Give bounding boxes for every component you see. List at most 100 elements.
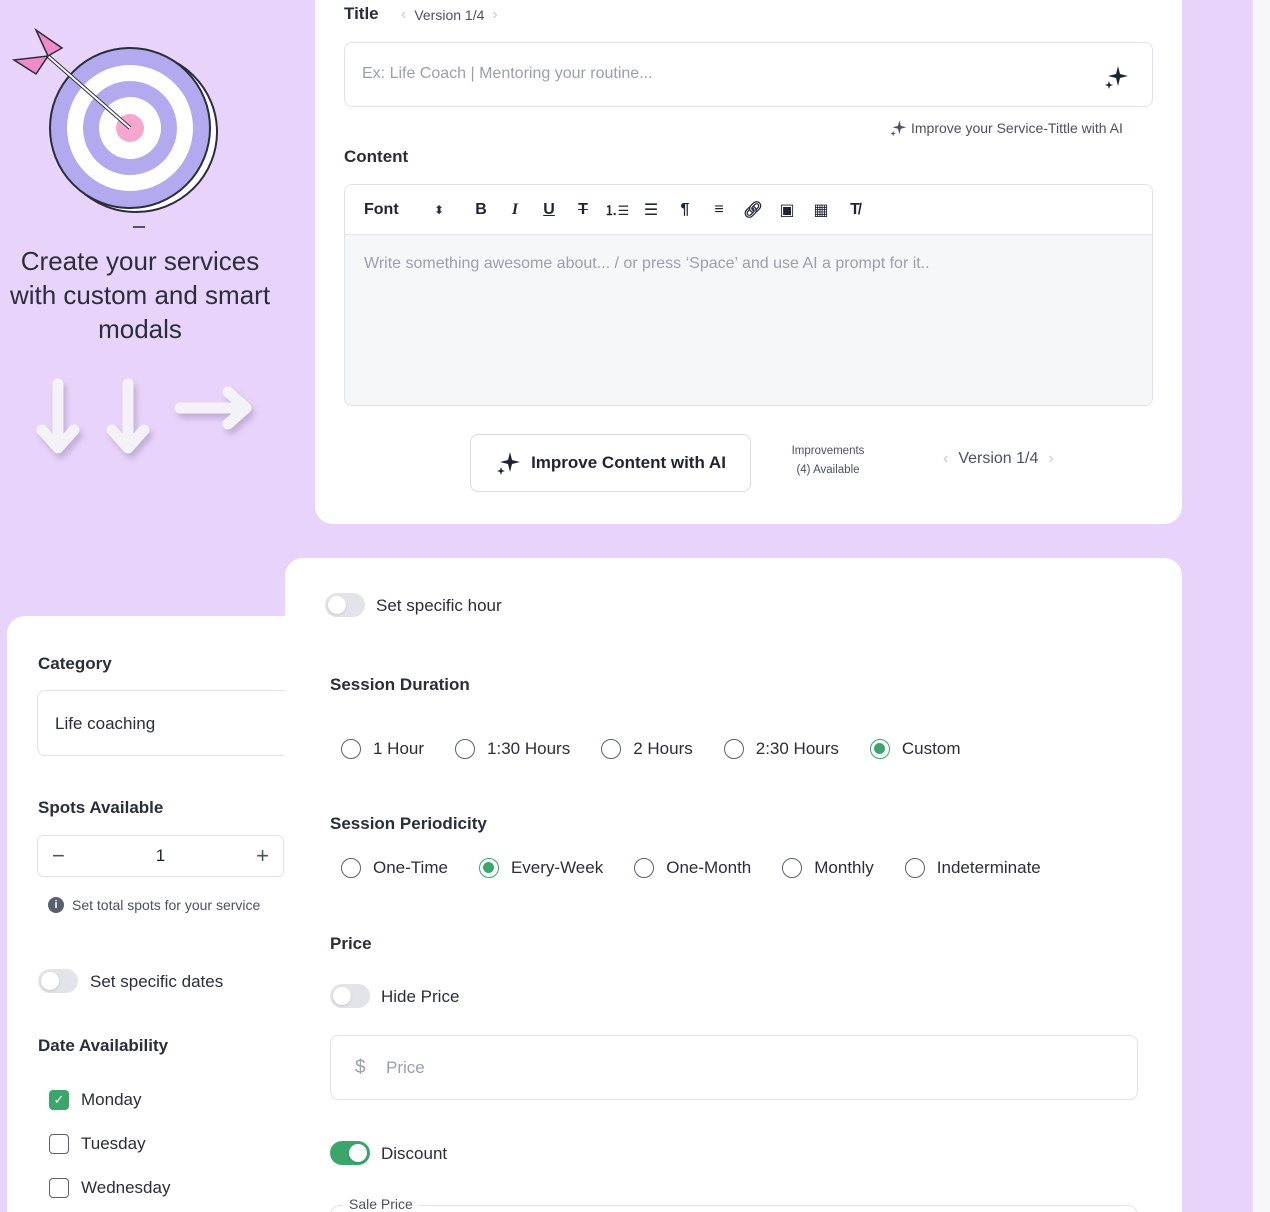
periodicity-option[interactable]: Monthly: [782, 858, 874, 878]
font-select-arrows-icon[interactable]: ⬍: [434, 203, 464, 217]
day-label: Wednesday: [81, 1178, 171, 1197]
plus-icon[interactable]: +: [256, 843, 269, 869]
arrows-illustration: [36, 378, 252, 454]
dollar-icon: $: [355, 1057, 366, 1078]
checkbox-icon[interactable]: [49, 1178, 69, 1198]
periodicity-option-label: Every-Week: [510, 858, 604, 877]
radio-icon[interactable]: [723, 739, 744, 759]
radio-icon[interactable]: [455, 739, 476, 759]
title-placeholder: Ex: Life Coach | Mentoring your routine.…: [362, 65, 653, 82]
duration-option-label: 1 Hour: [373, 739, 425, 758]
duration-option[interactable]: 1 Hour: [341, 739, 424, 759]
clear-format-icon[interactable]: T̸: [838, 198, 872, 222]
promo-dash: [133, 226, 145, 228]
title-ai-hint[interactable]: Improve your Service-Tittle with AI: [889, 119, 1123, 137]
day-monday[interactable]: ✓ Monday: [49, 1090, 141, 1110]
day-label: Monday: [81, 1090, 142, 1109]
improvements-available: (4) Available: [796, 464, 860, 476]
paragraph-icon[interactable]: ¶: [668, 198, 702, 222]
radio-icon[interactable]: [634, 858, 655, 878]
underline-icon[interactable]: U: [532, 198, 566, 222]
target-illustration: [11, 27, 218, 213]
category-value: Life coaching: [55, 714, 156, 733]
radio-icon[interactable]: [782, 858, 803, 878]
discount-toggle[interactable]: [330, 1141, 370, 1165]
chevron-right-icon[interactable]: ›: [492, 6, 497, 24]
price-input[interactable]: $ Price: [330, 1035, 1138, 1100]
duration-options: 1 Hour 1:30 Hours 2 Hours 2:30 Hours Cus…: [341, 739, 960, 759]
periodicity-option[interactable]: Every-Week: [478, 858, 604, 878]
periodicity-option[interactable]: One-Month: [634, 858, 751, 878]
bullet-list-icon[interactable]: ☰: [634, 198, 668, 222]
radio-selected-icon[interactable]: [478, 858, 499, 878]
duration-option[interactable]: Custom: [869, 739, 961, 759]
day-wednesday[interactable]: Wednesday: [49, 1178, 170, 1198]
title-label: Title: [344, 4, 379, 23]
title-version-text: Version 1/4: [414, 7, 485, 23]
minus-icon[interactable]: −: [52, 843, 65, 869]
price-placeholder: Price: [386, 1058, 425, 1077]
improve-content-button[interactable]: Improve Content with AI: [470, 434, 751, 492]
duration-option-label: 2:30 Hours: [755, 739, 839, 758]
duration-option-label: Custom: [901, 739, 961, 758]
font-select[interactable]: Font: [364, 201, 434, 219]
content-version-text: Version 1/4: [958, 450, 1039, 467]
checkbox-icon[interactable]: [49, 1134, 69, 1154]
day-tuesday[interactable]: Tuesday: [49, 1134, 146, 1154]
image-icon[interactable]: ▣: [770, 198, 804, 222]
ordered-list-icon[interactable]: ⒈☰: [600, 198, 634, 222]
improvements-info: Improvements (4) Available: [773, 442, 883, 480]
content-editor: Font ⬍ B I U T ⒈☰ ☰ ¶ ≡ 🔗︎ ▣ ▦ T̸ Write …: [344, 184, 1153, 406]
category-input[interactable]: Life coaching: [37, 690, 307, 756]
specific-dates-toggle[interactable]: [38, 969, 78, 993]
spots-hint: i Set total spots for your service: [48, 897, 260, 913]
title-input[interactable]: Ex: Life Coach | Mentoring your routine.…: [344, 42, 1153, 107]
chevron-right-icon[interactable]: ›: [1048, 450, 1053, 468]
video-icon[interactable]: ▦: [804, 198, 838, 222]
bold-icon[interactable]: B: [464, 198, 498, 222]
session-card: Set specific hour Session Duration 1 Hou…: [285, 558, 1182, 1212]
strikethrough-icon[interactable]: T: [566, 198, 600, 222]
sparkle-icon[interactable]: [1103, 64, 1129, 90]
specific-dates-label: Set specific dates: [90, 972, 224, 991]
content-version-nav: ‹ Version 1/4 ›: [943, 450, 1054, 468]
session-duration-label: Session Duration: [330, 675, 470, 694]
radio-icon[interactable]: [601, 739, 622, 759]
improve-content-label: Improve Content with AI: [531, 453, 726, 472]
duration-option[interactable]: 1:30 Hours: [455, 739, 570, 759]
align-left-icon[interactable]: ≡: [702, 198, 736, 222]
spots-hint-text: Set total spots for your service: [72, 897, 261, 913]
availability-card: Category Life coaching Spots Available −…: [7, 616, 307, 1212]
sparkle-icon: [497, 452, 521, 475]
specific-hour-toggle[interactable]: [325, 593, 365, 617]
sale-price-input[interactable]: [330, 1205, 1138, 1212]
periodicity-option-label: One-Month: [666, 858, 752, 877]
editor-toolbar: Font ⬍ B I U T ⒈☰ ☰ ¶ ≡ 🔗︎ ▣ ▦ T̸: [345, 185, 1152, 235]
periodicity-options: One-Time Every-Week One-Month Monthly In…: [341, 858, 1041, 878]
editor-textarea[interactable]: Write something awesome about... / or pr…: [345, 235, 1152, 405]
radio-icon[interactable]: [341, 739, 361, 759]
scrollbar-track[interactable]: [1252, 0, 1270, 1212]
title-version-nav: ‹ Version 1/4 ›: [401, 6, 498, 24]
info-icon: i: [48, 897, 64, 913]
periodicity-option[interactable]: One-Time: [341, 858, 448, 878]
radio-icon[interactable]: [341, 858, 361, 878]
day-label: Tuesday: [81, 1134, 146, 1153]
chevron-left-icon[interactable]: ‹: [401, 6, 406, 24]
checkbox-checked-icon[interactable]: ✓: [49, 1090, 69, 1110]
link-icon[interactable]: 🔗︎: [736, 198, 770, 222]
chevron-left-icon[interactable]: ‹: [943, 450, 948, 468]
hide-price-label: Hide Price: [381, 987, 460, 1006]
specific-hour-label: Set specific hour: [376, 596, 502, 615]
italic-icon[interactable]: I: [498, 198, 532, 222]
discount-label: Discount: [381, 1144, 448, 1163]
duration-option-label: 1:30 Hours: [487, 739, 571, 758]
spots-stepper: − 1 +: [37, 835, 284, 877]
duration-option[interactable]: 2:30 Hours: [723, 739, 839, 759]
radio-selected-icon[interactable]: [869, 739, 890, 759]
duration-option[interactable]: 2 Hours: [601, 739, 693, 759]
radio-icon[interactable]: [904, 858, 925, 878]
spots-value[interactable]: 1: [156, 846, 165, 866]
periodicity-option[interactable]: Indeterminate: [904, 858, 1041, 878]
hide-price-toggle[interactable]: [330, 984, 370, 1008]
